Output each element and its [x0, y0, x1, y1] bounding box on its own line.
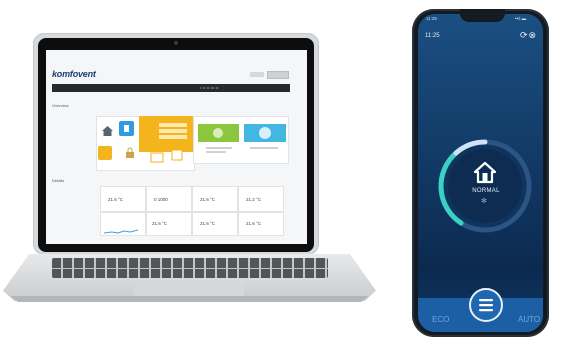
detail-value: 21.6 °C	[246, 221, 262, 226]
calendar-icon[interactable]	[150, 150, 164, 163]
mode-label: NORMAL	[472, 188, 500, 194]
menu-icon	[479, 299, 493, 312]
mode-tile-blue[interactable]	[119, 121, 134, 136]
sync-and-settings-icons[interactable]: ⟳⊗	[520, 30, 537, 41]
status-tile-blue[interactable]	[244, 124, 286, 142]
detail-value: 21.2 °C	[246, 197, 262, 202]
phone-notch	[460, 9, 505, 22]
nav-items[interactable]: • •• •• ••• ••	[200, 85, 218, 90]
auto-mode-button[interactable]: AUTO	[518, 315, 540, 324]
detail-value: 21.6 °C	[152, 221, 168, 226]
detail-value: 0 1000	[154, 197, 168, 202]
settings-tile[interactable]	[171, 148, 183, 161]
eco-mode-button[interactable]: ECO	[432, 315, 449, 324]
page-indicator	[476, 278, 496, 291]
sparkline	[103, 221, 139, 234]
app-time: 11:25	[425, 33, 440, 39]
nav-bar	[52, 84, 290, 92]
mode-tile-orange-small[interactable]	[98, 146, 112, 160]
status-caption	[206, 147, 232, 149]
keyboard-row-divider	[52, 268, 328, 269]
home-icon	[472, 160, 498, 184]
camera	[174, 41, 178, 45]
header-button[interactable]	[267, 71, 289, 79]
status-caption	[250, 147, 278, 149]
detail-value: 21.6 °C	[200, 221, 216, 226]
detail-value: 21.6 °C	[108, 197, 124, 202]
fan-icon: ✻	[481, 198, 487, 205]
section-details-title: Details	[52, 178, 65, 183]
mode-tile-orange-large[interactable]	[139, 116, 193, 152]
status-tile-green[interactable]	[198, 124, 239, 142]
detail-card	[146, 186, 192, 212]
lock-icon[interactable]	[124, 146, 136, 158]
status-caption	[206, 151, 226, 153]
house-icon[interactable]	[101, 124, 114, 137]
detail-value: 21.6 °C	[200, 197, 216, 202]
mode-ring[interactable]	[434, 135, 536, 237]
laptop-edge	[10, 296, 369, 302]
trackpad	[134, 282, 244, 297]
brand-logo[interactable]: komfovent	[52, 69, 96, 79]
status-bar-icons: ••ıl ▬	[515, 16, 527, 21]
status-bar-time: 11:25	[426, 16, 437, 21]
menu-button[interactable]	[469, 288, 503, 322]
header-link[interactable]	[250, 72, 264, 77]
section-overview-title: Overview	[52, 103, 69, 108]
